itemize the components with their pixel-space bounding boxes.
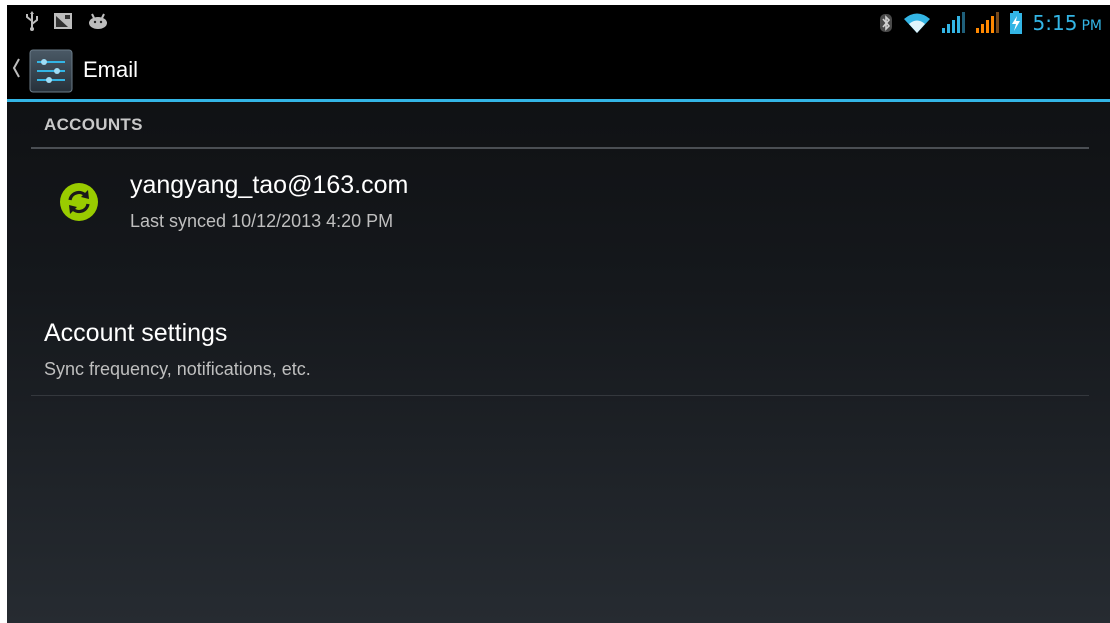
clock-time: 5:15 [1032, 11, 1078, 35]
account-settings-subtitle: Sync frequency, notifications, etc. [44, 359, 311, 379]
usb-icon [25, 11, 39, 35]
settings-sliders-icon[interactable] [29, 49, 73, 93]
screen: 5:15 PM Email ACCOUNTS yangyang_tao@163.… [7, 5, 1110, 623]
bluetooth-icon [879, 13, 893, 37]
signal-icon [941, 11, 965, 38]
clock: 5:15 PM [1033, 8, 1102, 41]
notification-icons [25, 11, 109, 35]
status-bar: 5:15 PM [7, 5, 1110, 41]
screenshot-icon [53, 11, 73, 35]
wifi-icon [903, 12, 931, 38]
system-icons: 5:15 PM [879, 8, 1102, 41]
battery-charging-icon [1009, 10, 1023, 39]
signal-icon-2 [975, 11, 999, 38]
account-sync-status: Last synced 10/12/2013 4:20 PM [130, 211, 394, 231]
sync-icon [59, 182, 99, 222]
accounts-section-header: ACCOUNTS [44, 115, 143, 134]
section-divider [31, 147, 1089, 149]
page-title: Email [83, 57, 139, 82]
up-caret-icon[interactable] [11, 57, 21, 83]
account-settings-title: Account settings [44, 319, 228, 347]
account-settings-item[interactable]: Account settings Sync frequency, notific… [31, 313, 1089, 395]
account-email: yangyang_tao@163.com [130, 171, 409, 199]
row-divider [31, 395, 1089, 396]
account-list-item[interactable]: yangyang_tao@163.com Last synced 10/12/2… [31, 155, 1089, 265]
android-debug-icon [87, 12, 109, 34]
clock-ampm: PM [1081, 18, 1102, 34]
action-bar: Email [7, 41, 1110, 102]
